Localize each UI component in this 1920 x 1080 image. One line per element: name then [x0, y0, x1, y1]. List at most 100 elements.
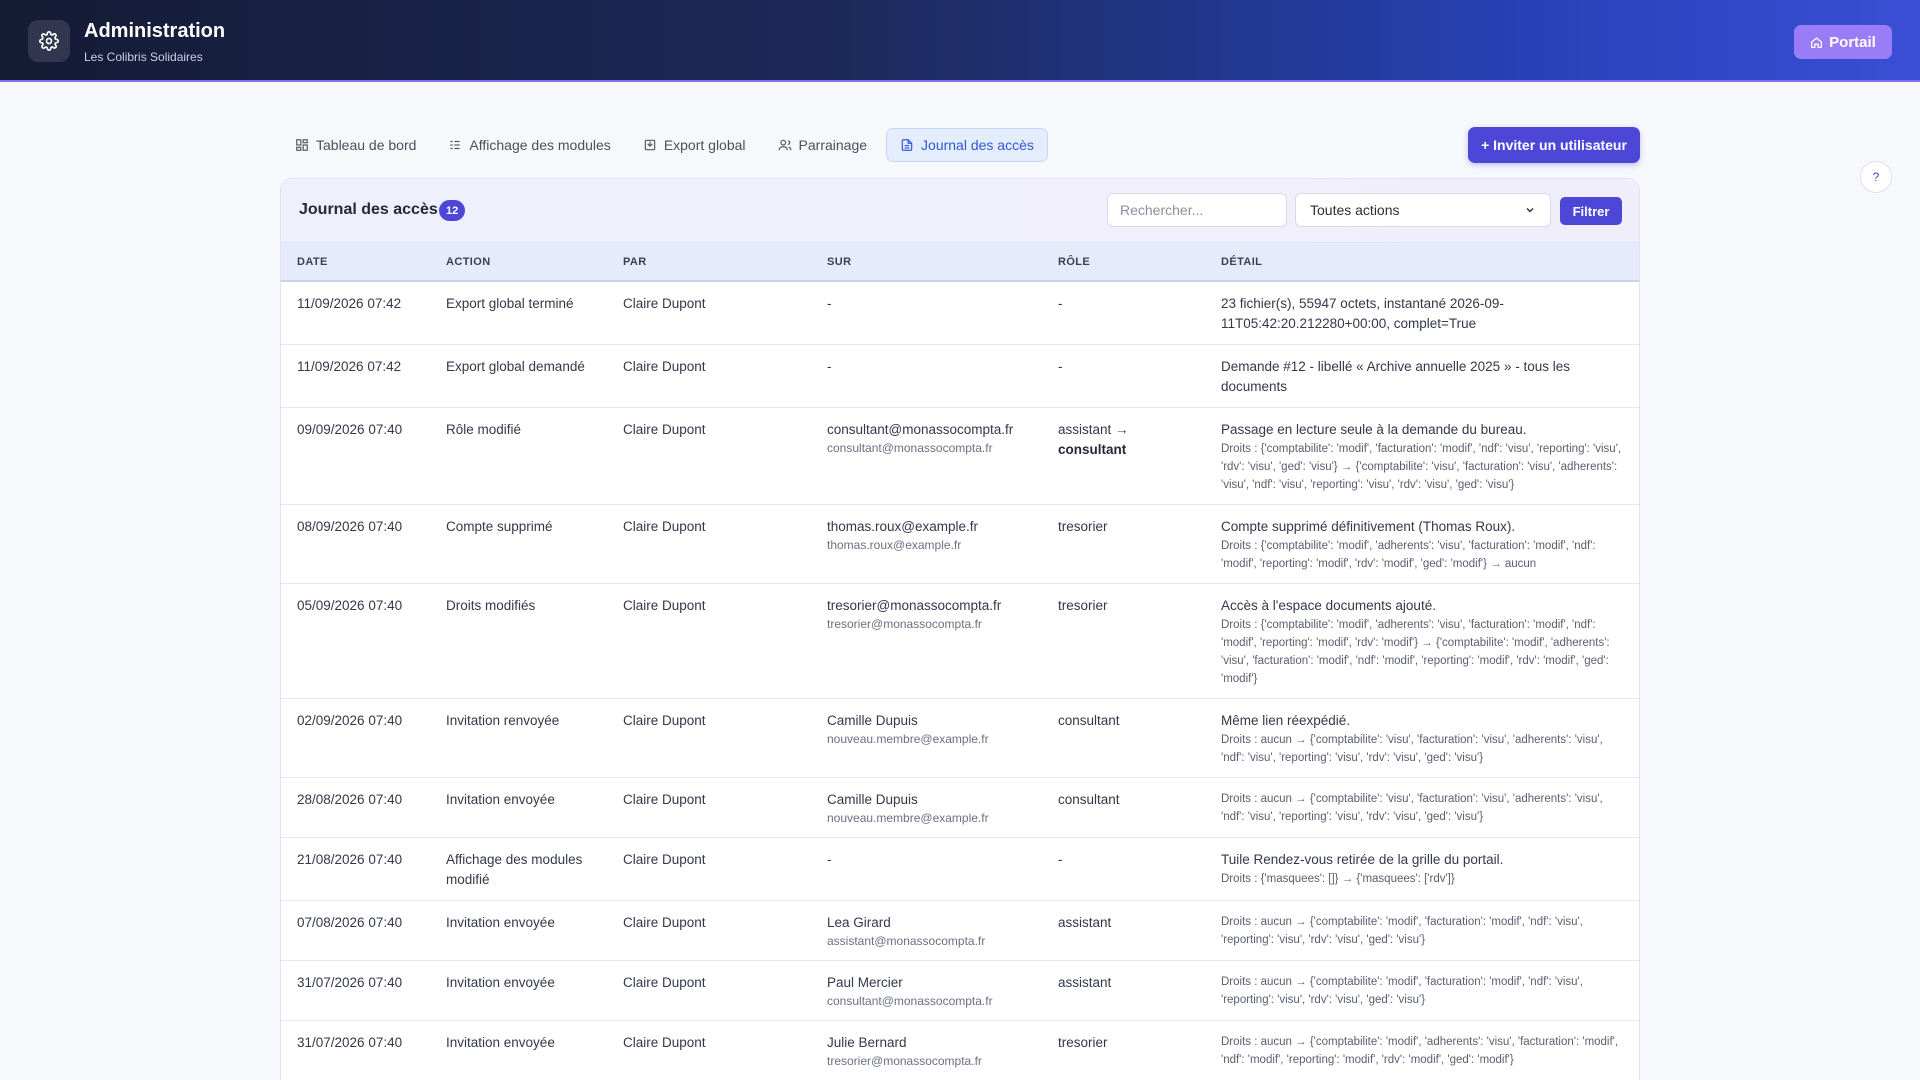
table-row: 07/08/2026 07:40 Invitation envoyée Clai… — [281, 900, 1639, 961]
settings-logo — [28, 20, 70, 62]
date-text: 31/07/2026 07:40 — [297, 975, 403, 990]
role-text: assistant — [1058, 975, 1112, 990]
action-text: Droits modifiés — [446, 598, 536, 613]
table-row: 05/09/2026 07:40 Droits modifiés Claire … — [281, 583, 1639, 699]
action-select[interactable]: Toutes actions — [1295, 193, 1551, 227]
rights-text: Droits : {'comptabilite': 'modif', 'adhe… — [1221, 540, 1596, 570]
target-email: tresorier@monassocompta.fr — [827, 617, 982, 631]
by-text: Claire Dupont — [623, 422, 706, 437]
column-header-on[interactable]: SUR — [811, 243, 1042, 282]
cell-date: 11/09/2026 07:42 — [281, 344, 430, 408]
target-text: - — [827, 359, 832, 374]
cell-detail: Droits : aucun → {'comptabilite': 'visu'… — [1205, 777, 1639, 838]
target-text: Paul Mercier — [827, 975, 903, 990]
date-text: 02/09/2026 07:40 — [297, 713, 403, 728]
cell-detail: Même lien réexpédié. Droits : aucun → {'… — [1205, 698, 1639, 778]
date-text: 28/08/2026 07:40 — [297, 792, 403, 807]
cell-date: 11/09/2026 07:42 — [281, 281, 430, 345]
help-button[interactable]: ? — [1860, 161, 1892, 193]
cell-detail: Demande #12 - libellé « Archive annuelle… — [1205, 344, 1639, 408]
detail-text: Tuile Rendez-vous retirée de la grille d… — [1221, 852, 1504, 867]
tab-sponsorship[interactable]: Parrainage — [765, 128, 881, 162]
date-text: 11/09/2026 07:42 — [297, 296, 402, 311]
rights-text: Droits : {'comptabilite': 'modif', 'fact… — [1221, 443, 1622, 491]
filter-button[interactable]: Filtrer — [1560, 197, 1622, 225]
role-text: consultant — [1058, 792, 1120, 807]
date-text: 11/09/2026 07:42 — [297, 359, 402, 374]
role-text: - — [1058, 852, 1063, 867]
portal-button[interactable]: Portail — [1794, 25, 1892, 59]
action-text: Invitation envoyée — [446, 792, 555, 807]
home-icon — [1811, 36, 1823, 48]
tab-modules-display[interactable]: Affichage des modules — [435, 128, 623, 162]
cell-by: Claire Dupont — [607, 344, 811, 408]
by-text: Claire Dupont — [623, 975, 706, 990]
cell-action: Invitation envoyée — [430, 777, 607, 838]
cell-role: assistant — [1042, 900, 1205, 961]
count-badge: 12 — [439, 200, 466, 221]
column-header-date[interactable]: DATE — [281, 243, 430, 282]
target-email: nouveau.membre@example.fr — [827, 811, 989, 825]
table-row: 11/09/2026 07:42 Export global terminé C… — [281, 281, 1639, 345]
column-header-detail[interactable]: DÉTAIL — [1205, 243, 1639, 282]
cell-action: Affichage des modules modifié — [430, 837, 607, 901]
by-text: Claire Dupont — [623, 359, 706, 374]
cell-by: Claire Dupont — [607, 900, 811, 961]
rights-text: Droits : aucun → {'comptabilite': 'visu'… — [1221, 734, 1603, 764]
cell-action: Invitation envoyée — [430, 900, 607, 961]
by-text: Claire Dupont — [623, 519, 706, 534]
target-text: Lea Girard — [827, 915, 891, 930]
cell-date: 21/08/2026 07:40 — [281, 837, 430, 901]
cell-date: 09/09/2026 07:40 — [281, 407, 430, 505]
cell-on: tresorier@monassocompta.fr tresorier@mon… — [811, 583, 1042, 699]
cell-date: 31/07/2026 07:40 — [281, 960, 430, 1021]
tab-dashboard[interactable]: Tableau de bord — [282, 128, 429, 162]
tab-global-export[interactable]: Export global — [630, 128, 759, 162]
cell-date: 07/08/2026 07:40 — [281, 900, 430, 961]
rights-text: Droits : {'masquees': []} → {'masquees':… — [1221, 873, 1455, 885]
detail-text: 23 fichier(s), 55947 octets, instantané … — [1221, 296, 1504, 331]
target-email: consultant@monassocompta.fr — [827, 994, 993, 1008]
column-header-action[interactable]: ACTION — [430, 243, 607, 282]
cell-role: - — [1042, 281, 1205, 345]
target-text: - — [827, 852, 832, 867]
column-header-by[interactable]: PAR — [607, 243, 811, 282]
role-text: tresorier — [1058, 519, 1108, 534]
cell-detail: Droits : aucun → {'comptabilite': 'modif… — [1205, 1020, 1639, 1080]
access-log-table: DATE ACTION PAR SUR RÔLE DÉTAIL 11/09/20… — [281, 243, 1639, 1080]
cell-by: Claire Dupont — [607, 407, 811, 505]
tab-access-log[interactable]: Journal des accès — [886, 128, 1048, 162]
cell-on: consultant@monassocompta.fr consultant@m… — [811, 407, 1042, 505]
rights-text: Droits : {'comptabilite': 'modif', 'adhe… — [1221, 619, 1610, 685]
app-header: Administration Les Colibris Solidaires P… — [0, 0, 1920, 82]
document-icon — [901, 139, 913, 151]
cell-date: 28/08/2026 07:40 — [281, 777, 430, 838]
detail-text: Passage en lecture seule à la demande du… — [1221, 422, 1527, 437]
cell-by: Claire Dupont — [607, 583, 811, 699]
rights-text: Droits : aucun → {'comptabilite': 'modif… — [1221, 976, 1583, 1006]
by-text: Claire Dupont — [623, 598, 706, 613]
cell-on: - — [811, 281, 1042, 345]
rights-text: Droits : aucun → {'comptabilite': 'modif… — [1221, 916, 1583, 946]
cell-on: - — [811, 344, 1042, 408]
role-text: tresorier — [1058, 1035, 1108, 1050]
rights-text: Droits : aucun → {'comptabilite': 'modif… — [1221, 1036, 1619, 1066]
cell-by: Claire Dupont — [607, 504, 811, 584]
role-text: tresorier — [1058, 598, 1108, 613]
action-text: Invitation envoyée — [446, 915, 555, 930]
cell-date: 31/07/2026 07:40 — [281, 1020, 430, 1080]
users-icon — [778, 139, 791, 151]
date-text: 07/08/2026 07:40 — [297, 915, 403, 930]
cell-action: Droits modifiés — [430, 583, 607, 699]
cell-action: Compte supprimé — [430, 504, 607, 584]
invite-user-button[interactable]: + Inviter un utilisateur — [1468, 127, 1640, 163]
tab-bar: Tableau de bord Affichage des modules Ex… — [282, 128, 1048, 162]
cell-by: Claire Dupont — [607, 960, 811, 1021]
cell-date: 02/09/2026 07:40 — [281, 698, 430, 778]
by-text: Claire Dupont — [623, 1035, 706, 1050]
search-input[interactable] — [1107, 193, 1287, 227]
role-text: assistant → — [1058, 422, 1129, 437]
portal-button-label: Portail — [1829, 33, 1876, 51]
column-header-role[interactable]: RÔLE — [1042, 243, 1205, 282]
table-row: 08/09/2026 07:40 Compte supprimé Claire … — [281, 504, 1639, 584]
